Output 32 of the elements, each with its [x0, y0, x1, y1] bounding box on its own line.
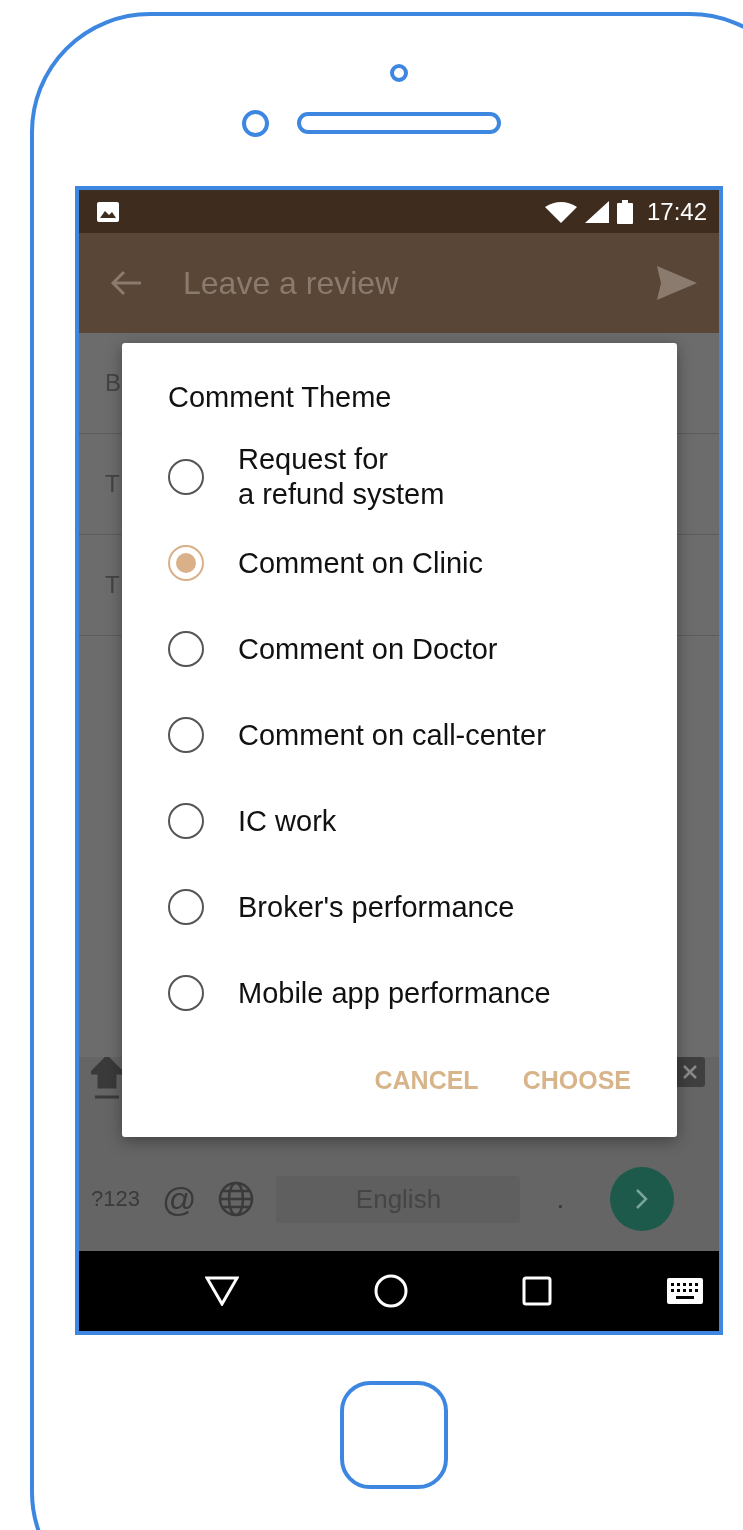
- keyboard-icon[interactable]: [666, 1278, 703, 1304]
- dialog-title: Comment Theme: [168, 381, 393, 414]
- home-button[interactable]: [340, 1381, 448, 1489]
- radio-button[interactable]: [168, 889, 204, 925]
- option-label[interactable]: Comment on Clinic: [238, 545, 483, 581]
- radio-button[interactable]: [168, 803, 204, 839]
- radio-button[interactable]: [168, 459, 204, 495]
- option-label[interactable]: Request for a refund system: [238, 442, 445, 512]
- status-time: 17:42: [646, 197, 707, 226]
- radio-button[interactable]: [168, 717, 204, 753]
- shift-key-icon[interactable]: [91, 1057, 123, 1101]
- back-triangle-icon[interactable]: [205, 1276, 239, 1306]
- radio-button[interactable]: [168, 545, 204, 581]
- image-icon: [97, 201, 119, 222]
- sensor-icon: [242, 110, 269, 137]
- camera-icon: [390, 64, 408, 82]
- signal-icon: [584, 200, 609, 223]
- chevron-icon: [635, 1188, 650, 1210]
- option-label[interactable]: Comment on Doctor: [238, 631, 498, 667]
- home-circle-icon[interactable]: [373, 1274, 408, 1308]
- option-label[interactable]: Broker's performance: [238, 889, 515, 925]
- wifi-icon: [544, 200, 577, 223]
- recents-square-icon[interactable]: [522, 1276, 553, 1306]
- app-bar-title: Leave a review: [183, 264, 399, 302]
- option-label[interactable]: IC work: [238, 803, 337, 839]
- option-label[interactable]: Mobile app performance: [238, 975, 551, 1011]
- backspace-key-icon[interactable]: [675, 1057, 705, 1087]
- speaker-slot-icon: [297, 112, 501, 134]
- option-label[interactable]: Comment on call-center: [238, 717, 546, 753]
- radio-button[interactable]: [168, 631, 204, 667]
- battery-icon: [616, 199, 633, 224]
- radio-button[interactable]: [168, 975, 204, 1011]
